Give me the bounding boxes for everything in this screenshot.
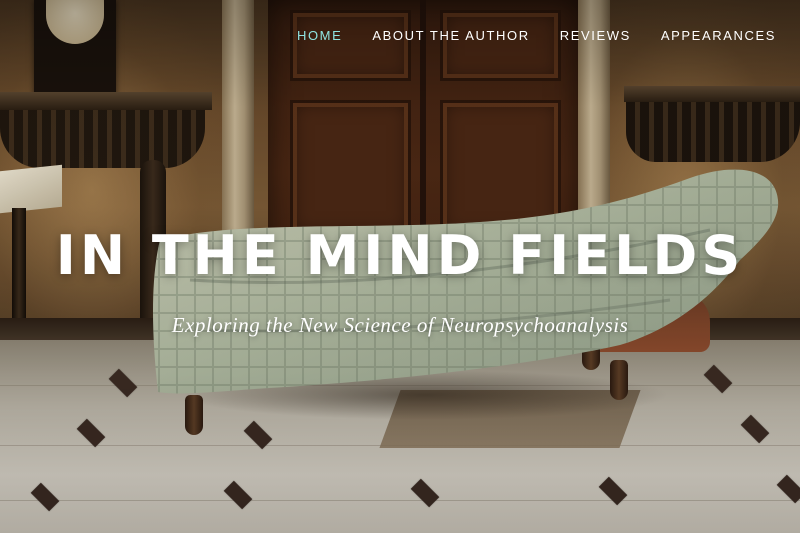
hero-subtitle: Exploring the New Science of Neuropsycho… xyxy=(171,313,629,337)
nav-item-home[interactable]: HOME xyxy=(297,28,342,43)
nav-item-appearances[interactable]: APPEARANCES xyxy=(661,28,776,43)
main-nav: HOME ABOUT THE AUTHOR REVIEWS APPEARANCE… xyxy=(297,28,776,43)
nav-item-about-the-author[interactable]: ABOUT THE AUTHOR xyxy=(372,28,529,43)
nav-item-reviews[interactable]: REVIEWS xyxy=(560,28,631,43)
hero-section: HOME ABOUT THE AUTHOR REVIEWS APPEARANCE… xyxy=(0,0,800,533)
hero-title: IN THE MIND FIELDS xyxy=(55,224,745,287)
